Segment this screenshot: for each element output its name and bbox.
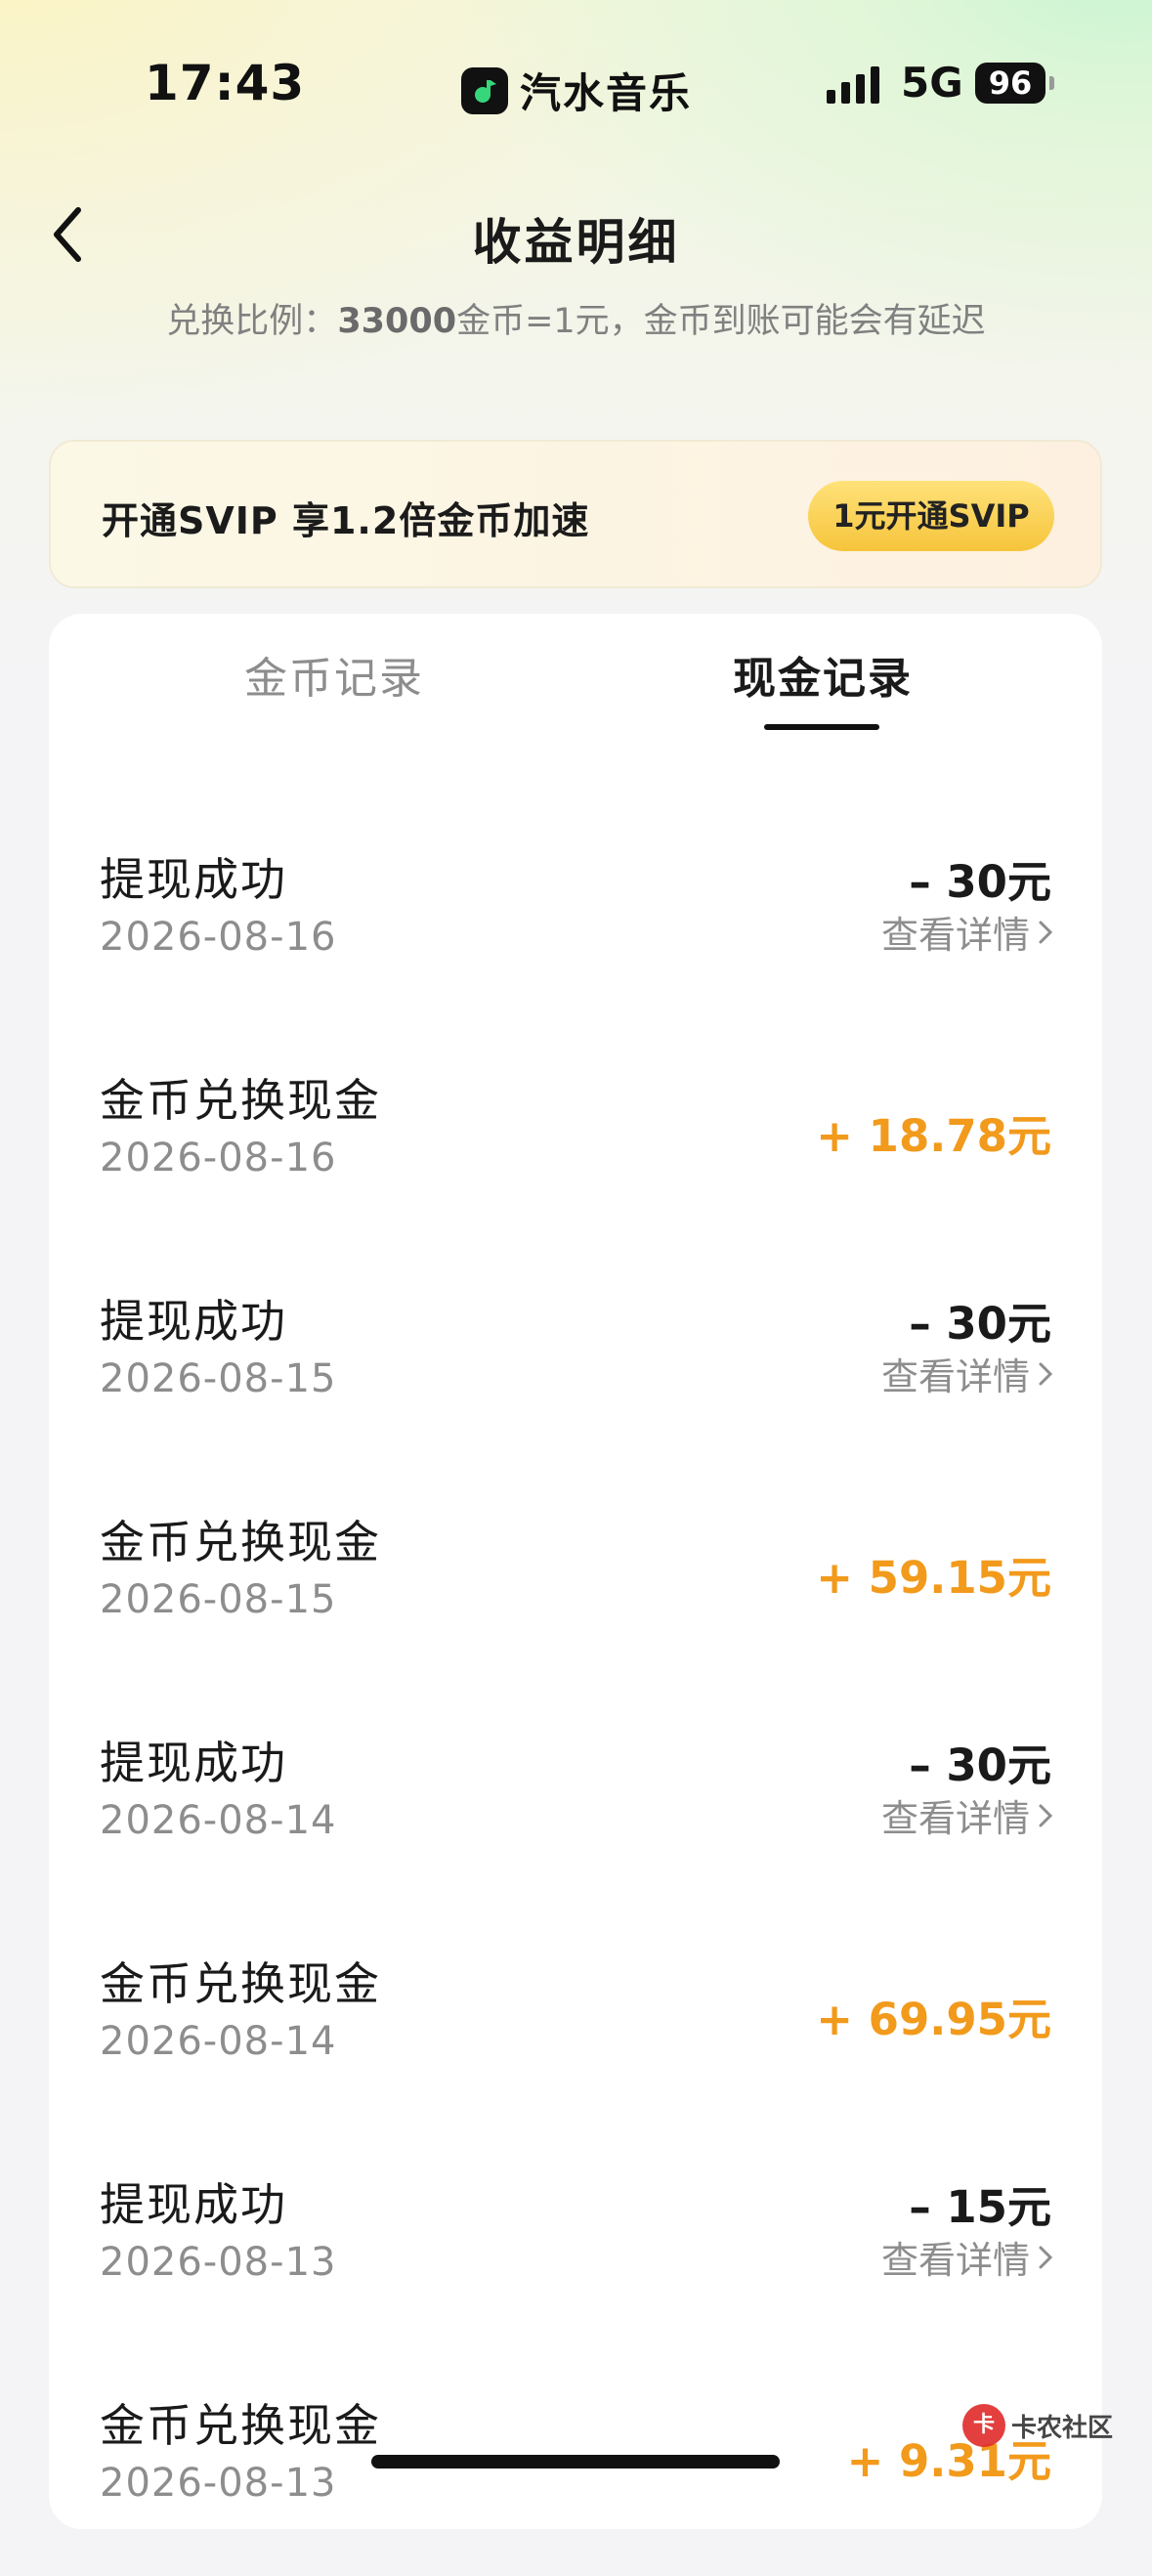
- view-details-link[interactable]: 查看详情: [881, 2230, 1053, 2284]
- record-date: 2026-08-13: [100, 2240, 337, 2285]
- chevron-right-icon: [1039, 921, 1053, 943]
- list-item: 提现成功 2026-08-15 – 30元 查看详情: [49, 1286, 1102, 1472]
- record-amount: – 30元: [909, 1739, 1051, 1791]
- record-date: 2026-08-16: [100, 1136, 337, 1181]
- app-indicator: 汽水音乐: [461, 61, 692, 120]
- record-title: 提现成功: [100, 2178, 287, 2231]
- home-indicator[interactable]: [371, 2455, 780, 2469]
- list-item: 提现成功 2026-08-13 – 15元 查看详情: [49, 2169, 1102, 2355]
- list-item: 提现成功 2026-08-16 – 30元 查看详情: [49, 844, 1102, 1030]
- chevron-right-icon: [1039, 2246, 1053, 2268]
- record-date: 2026-08-15: [100, 1577, 337, 1622]
- record-amount: + 59.15元: [816, 1552, 1051, 1604]
- tab-coin-records[interactable]: 金币记录: [244, 643, 424, 706]
- view-details-link[interactable]: 查看详情: [881, 1788, 1053, 1842]
- svip-promo-text: 开通SVIP 享1.2倍金币加速: [102, 499, 590, 542]
- view-details-link[interactable]: 查看详情: [881, 1347, 1053, 1400]
- record-amount: – 30元: [909, 856, 1051, 908]
- view-details-label: 查看详情: [880, 1355, 1030, 1398]
- list-item: 金币兑换现金 2026-08-16 + 18.78元: [49, 1065, 1102, 1251]
- view-details-label: 查看详情: [880, 2239, 1030, 2282]
- battery-tip: [1049, 76, 1054, 90]
- view-details-label: 查看详情: [880, 914, 1030, 957]
- records-card: 金币记录 现金记录 提现成功 2026-08-16 – 30元 查看详情 金币兑…: [49, 614, 1102, 2529]
- record-amount: – 30元: [909, 1298, 1051, 1350]
- record-title: 提现成功: [100, 1295, 287, 1348]
- list-item: 金币兑换现金 2026-08-15 + 59.15元: [49, 1507, 1102, 1693]
- record-amount: + 69.95元: [816, 1994, 1051, 2045]
- app-logo-icon: [461, 66, 508, 114]
- battery-icon: 96: [975, 63, 1045, 104]
- record-date: 2026-08-14: [100, 1798, 337, 1843]
- list-item: 金币兑换现金 2026-08-14 + 69.95元: [49, 1949, 1102, 2134]
- view-details-link[interactable]: 查看详情: [881, 905, 1053, 959]
- record-title: 提现成功: [100, 853, 287, 906]
- app-name: 汽水音乐: [520, 69, 693, 117]
- record-title: 金币兑换现金: [100, 1516, 381, 1568]
- record-title: 金币兑换现金: [100, 1074, 381, 1127]
- page-title: 收益明细: [472, 214, 680, 271]
- active-tab-indicator: [764, 724, 879, 730]
- view-details-label: 查看详情: [880, 1797, 1030, 1840]
- record-title: 金币兑换现金: [100, 1957, 381, 2010]
- record-title: 金币兑换现金: [100, 2399, 381, 2452]
- watermark: 卡 卡农社区: [962, 2404, 1113, 2447]
- status-bar: 17:43 汽水音乐 5G 96: [0, 0, 1152, 166]
- signal-icon: [827, 66, 879, 104]
- list-item: 提现成功 2026-08-14 – 30元 查看详情: [49, 1728, 1102, 1913]
- record-date: 2026-08-15: [100, 1356, 337, 1401]
- watermark-text: 卡农社区: [1011, 2413, 1114, 2443]
- status-time: 17:43: [145, 55, 306, 111]
- open-svip-button[interactable]: 1元开通SVIP: [808, 481, 1054, 551]
- record-date: 2026-08-13: [100, 2461, 337, 2506]
- svip-banner: 开通SVIP 享1.2倍金币加速 1元开通SVIP: [49, 440, 1102, 588]
- network-type: 5G: [901, 59, 963, 107]
- chevron-right-icon: [1039, 1804, 1053, 1826]
- list-item: 金币兑换现金 2026-08-13 + 9.31元: [49, 2390, 1102, 2576]
- record-amount: – 15元: [909, 2181, 1051, 2233]
- record-amount: + 18.78元: [816, 1110, 1051, 1162]
- chevron-right-icon: [1039, 1362, 1053, 1385]
- record-title: 提现成功: [100, 1737, 287, 1789]
- record-date: 2026-08-16: [100, 915, 337, 960]
- tab-cash-records[interactable]: 现金记录: [733, 643, 913, 706]
- exchange-rate-note: 兑换比例：33000金币=1元，金币到账可能会有延迟: [166, 302, 986, 341]
- record-date: 2026-08-14: [100, 2019, 337, 2064]
- watermark-logo-icon: 卡: [962, 2404, 1005, 2447]
